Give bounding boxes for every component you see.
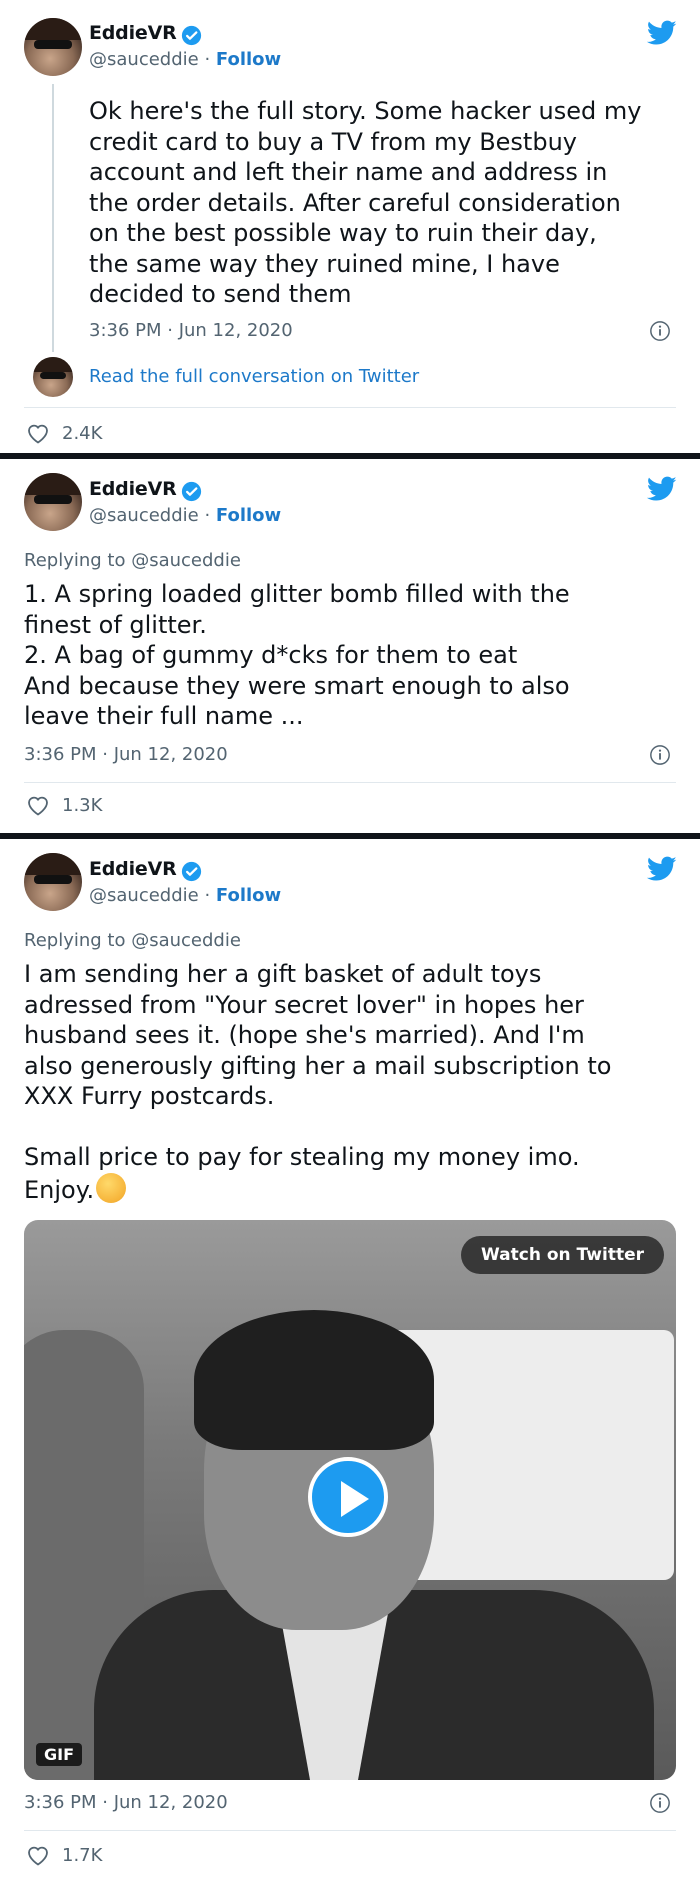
separator: · [198,49,216,70]
handle-line: @sauceddie · Follow [89,505,281,526]
like-count: 2.4K [62,423,103,444]
watch-on-twitter-button[interactable]: Watch on Twitter [461,1236,664,1274]
separator: · [198,505,216,526]
heart-icon[interactable] [26,794,50,816]
tweet-timestamp[interactable]: 3:36 PM · Jun 12, 2020 [24,744,228,765]
avatar[interactable] [24,18,82,76]
separator: · [198,885,216,906]
handle-line: @sauceddie · Follow [89,49,281,70]
thread-line [52,84,54,352]
author-name[interactable]: EddieVR [89,22,177,44]
shushing-face-emoji-icon [96,1172,127,1203]
tweet-text: Ok here's the full story. Some hacker us… [89,97,642,308]
tweet-timestamp[interactable]: 3:36 PM · Jun 12, 2020 [89,320,293,341]
divider-line [24,1830,676,1831]
twitter-bird-icon[interactable] [647,476,677,502]
tweet-text-wrap: I am sending her a gift basket of adult … [24,959,684,1205]
person-hair [194,1310,434,1450]
author-name[interactable]: EddieVR [89,858,177,880]
info-icon[interactable] [649,744,671,766]
heart-icon[interactable] [26,1844,50,1866]
twitter-bird-icon[interactable] [647,856,677,882]
gif-media[interactable]: Watch on Twitter GIF [24,1220,676,1780]
avatar[interactable] [24,853,82,911]
reply-avatar[interactable] [33,357,73,397]
like-count: 1.3K [62,795,103,816]
author-handle[interactable]: @sauceddie [89,885,199,906]
avatar[interactable] [24,473,82,531]
info-icon[interactable] [649,1792,671,1814]
handle-line: @sauceddie · Follow [89,885,281,906]
follow-button[interactable]: Follow [216,505,281,526]
tweet-timestamp[interactable]: 3:36 PM · Jun 12, 2020 [24,1792,228,1813]
like-count: 1.7K [62,1845,103,1866]
tweet-text: I am sending her a gift basket of adult … [24,960,612,1204]
verified-badge-icon [181,481,202,502]
tweet-text: 1. A spring loaded glitter bomb filled w… [24,580,570,730]
divider-line [24,782,676,783]
gif-badge: GIF [36,1743,83,1766]
tweet-card-1: EddieVR @sauceddie · Follow Ok here's th… [0,0,700,453]
follow-button[interactable]: Follow [216,49,281,70]
author-handle[interactable]: @sauceddie [89,505,199,526]
tweet-card-2: EddieVR @sauceddie · Follow Replying to … [0,459,700,833]
verified-badge-icon [181,861,202,882]
replying-to[interactable]: Replying to @sauceddie [24,930,241,951]
verified-badge-icon [181,25,202,46]
twitter-bird-icon[interactable] [647,20,677,46]
play-icon[interactable] [308,1457,388,1537]
author-handle[interactable]: @sauceddie [89,49,199,70]
heart-icon[interactable] [26,422,50,444]
author-name[interactable]: EddieVR [89,478,177,500]
replying-to[interactable]: Replying to @sauceddie [24,550,241,571]
info-icon[interactable] [649,320,671,342]
follow-button[interactable]: Follow [216,885,281,906]
read-full-conversation-link[interactable]: Read the full conversation on Twitter [89,366,419,387]
divider-line [24,407,676,408]
